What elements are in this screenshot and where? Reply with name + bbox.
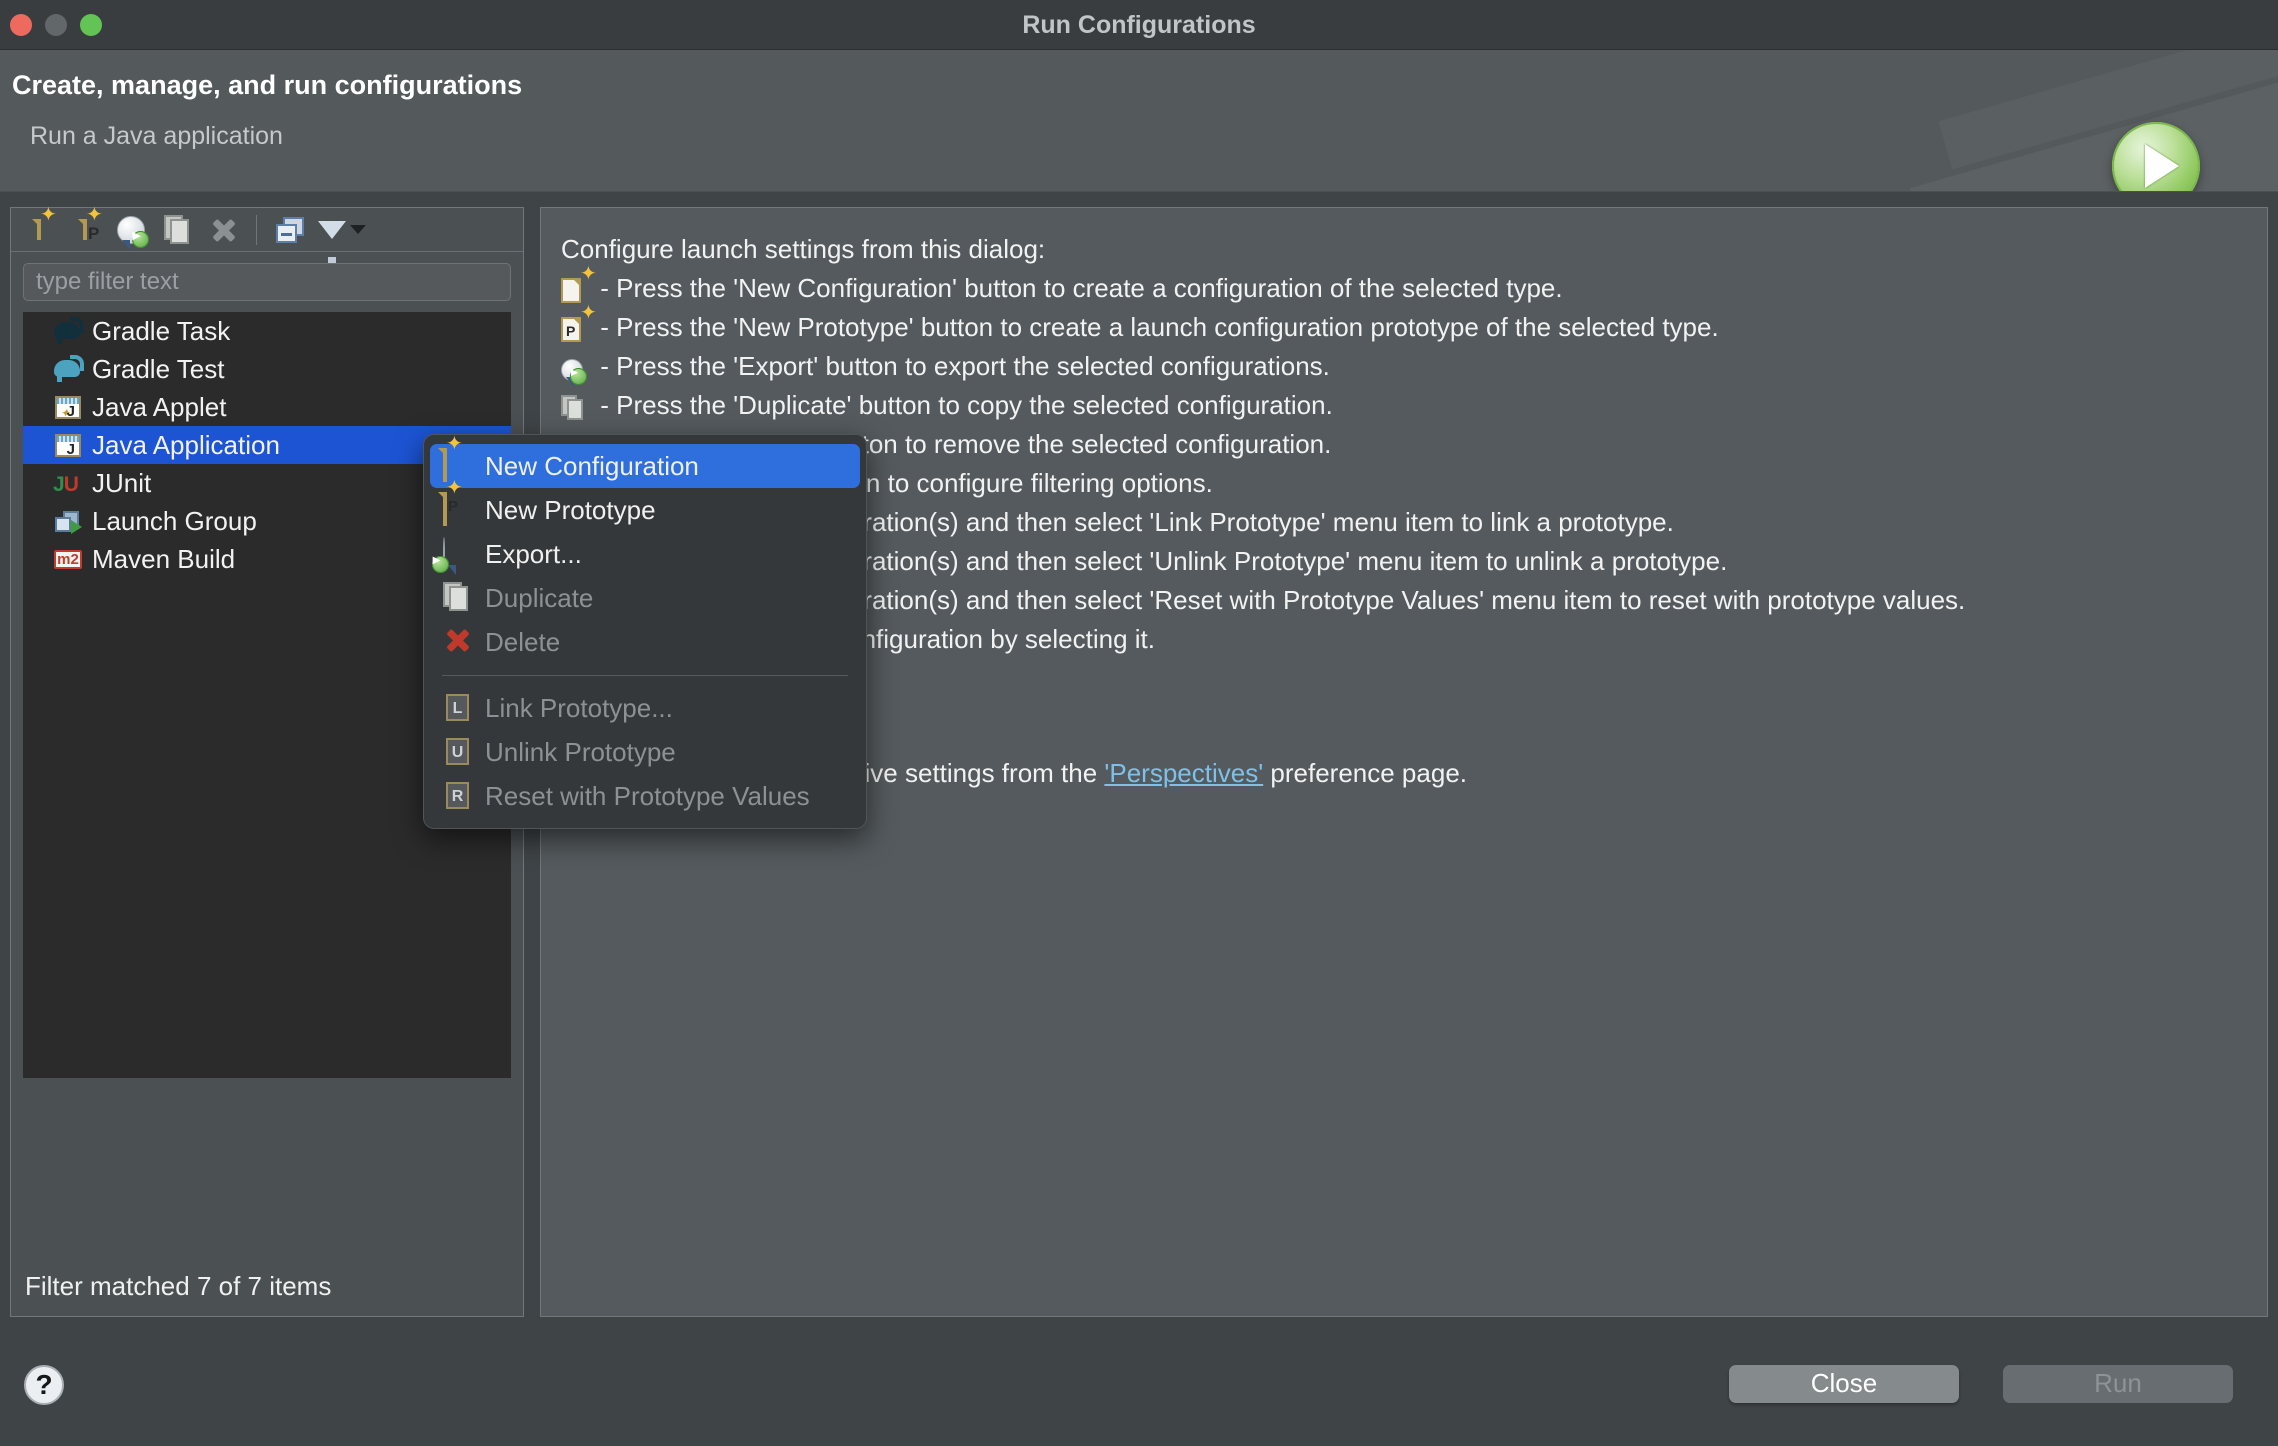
menu-item-label: Link Prototype... xyxy=(485,693,673,724)
menu-item-link-prototype: L Link Prototype... xyxy=(430,686,860,730)
description-bullet-new-prototype: P - Press the 'New Prototype' button to … xyxy=(561,312,1719,349)
window-title-bar: Run Configurations xyxy=(0,0,2278,50)
menu-separator xyxy=(442,675,848,676)
perspectives-link[interactable]: 'Perspectives' xyxy=(1104,758,1263,788)
toolbar-separator xyxy=(256,215,257,245)
window-title: Run Configurations xyxy=(0,0,2278,50)
tree-item-label: Java Applet xyxy=(92,392,226,423)
menu-item-unlink-prototype: U Unlink Prototype xyxy=(430,730,860,774)
link-prototype-icon: L xyxy=(443,692,473,724)
description-bullet-export: ▶ - Press the 'Export' button to export … xyxy=(561,351,1330,388)
export-globe-icon: ▶ xyxy=(117,216,145,244)
bullet-text: - Press the 'New Prototype' button to cr… xyxy=(600,312,1718,342)
filter-button[interactable] xyxy=(314,210,370,250)
menu-item-reset-with-prototype-values: R Reset with Prototype Values xyxy=(430,774,860,818)
menu-item-label: Unlink Prototype xyxy=(485,737,676,768)
context-menu: New Configuration P New Prototype ▶ Expo… xyxy=(423,434,867,829)
tree-item-label: Java Application xyxy=(92,430,280,461)
maven-m2-icon: m2 xyxy=(53,544,83,574)
perspective-suffix: preference page. xyxy=(1263,758,1467,788)
new-prototype-button[interactable]: P xyxy=(63,210,107,250)
java-applet-icon: ✦J xyxy=(53,392,83,422)
menu-item-label: New Prototype xyxy=(485,495,656,526)
tree-item-gradle-test[interactable]: Gradle Test xyxy=(23,350,511,388)
collapse-all-icon xyxy=(276,217,304,243)
bullet-text: - Press the 'Duplicate' button to copy t… xyxy=(600,390,1333,420)
new-configuration-button[interactable] xyxy=(17,210,61,250)
menu-item-label: New Configuration xyxy=(485,451,699,482)
menu-item-label: Export... xyxy=(485,539,582,570)
tree-item-label: Gradle Test xyxy=(92,354,224,385)
menu-item-duplicate: Duplicate xyxy=(430,576,860,620)
duplicate-icon xyxy=(164,215,190,245)
reset-prototype-icon: R xyxy=(443,780,473,812)
new-config-icon xyxy=(37,221,41,239)
page-subtitle: Run a Java application xyxy=(30,122,283,151)
run-button: Run xyxy=(2003,1365,2233,1403)
collapse-all-button[interactable] xyxy=(268,210,312,250)
duplicate-button xyxy=(155,210,199,250)
bullet-text: - Press the 'Export' button to export th… xyxy=(600,351,1330,381)
close-button[interactable]: Close xyxy=(1729,1365,1959,1403)
help-question-icon[interactable]: ? xyxy=(24,1365,64,1405)
menu-item-label: Reset with Prototype Values xyxy=(485,781,810,812)
launch-group-icon xyxy=(53,506,83,536)
tree-item-label: Launch Group xyxy=(92,506,257,537)
java-application-icon: J xyxy=(53,430,83,460)
duplicate-icon xyxy=(443,582,473,614)
dialog-header: Create, manage, and run configurations R… xyxy=(0,50,2278,192)
gradle-elephant-dark-icon xyxy=(53,316,83,346)
delete-x-icon xyxy=(209,216,237,244)
delete-button xyxy=(201,210,245,250)
menu-item-delete: Delete xyxy=(430,620,860,664)
gradle-elephant-light-icon xyxy=(53,354,83,384)
funnel-icon xyxy=(318,221,346,239)
page-title: Create, manage, and run configurations xyxy=(12,70,522,101)
export-button[interactable]: ▶ xyxy=(109,210,153,250)
new-prototype-icon: P xyxy=(83,221,87,239)
menu-item-new-configuration[interactable]: New Configuration xyxy=(430,444,860,488)
chevron-down-icon[interactable] xyxy=(350,225,366,234)
tree-item-label: JUnit xyxy=(92,468,151,499)
menu-item-export[interactable]: ▶ Export... xyxy=(430,532,860,576)
tree-item-label: Maven Build xyxy=(92,544,235,575)
menu-item-label: Delete xyxy=(485,627,560,658)
description-bullet-new-config: - Press the 'New Configuration' button t… xyxy=(561,273,1563,310)
tree-item-java-applet[interactable]: ✦J Java Applet xyxy=(23,388,511,426)
menu-item-label: Duplicate xyxy=(485,583,593,614)
description-intro: Configure launch settings from this dial… xyxy=(561,234,1045,265)
search-input[interactable]: type filter text xyxy=(23,263,511,301)
tree-item-gradle-task[interactable]: Gradle Task xyxy=(23,312,511,350)
filter-status-text: Filter matched 7 of 7 items xyxy=(11,1256,523,1316)
delete-x-icon xyxy=(443,626,473,658)
duplicate-icon xyxy=(561,395,587,427)
menu-item-new-prototype[interactable]: P New Prototype xyxy=(430,488,860,532)
export-globe-icon: ▶ xyxy=(561,357,587,388)
new-prototype-icon: P xyxy=(561,317,587,349)
unlink-prototype-icon: U xyxy=(443,736,473,768)
bullet-text: - Press the 'New Configuration' button t… xyxy=(600,273,1562,303)
junit-icon: JU xyxy=(53,468,83,498)
export-globe-icon: ▶ xyxy=(443,538,473,570)
tree-item-label: Gradle Task xyxy=(92,316,230,347)
description-bullet-duplicate: - Press the 'Duplicate' button to copy t… xyxy=(561,390,1333,427)
configurations-toolbar: P ▶ xyxy=(11,208,523,252)
new-prototype-icon: P xyxy=(443,494,473,526)
